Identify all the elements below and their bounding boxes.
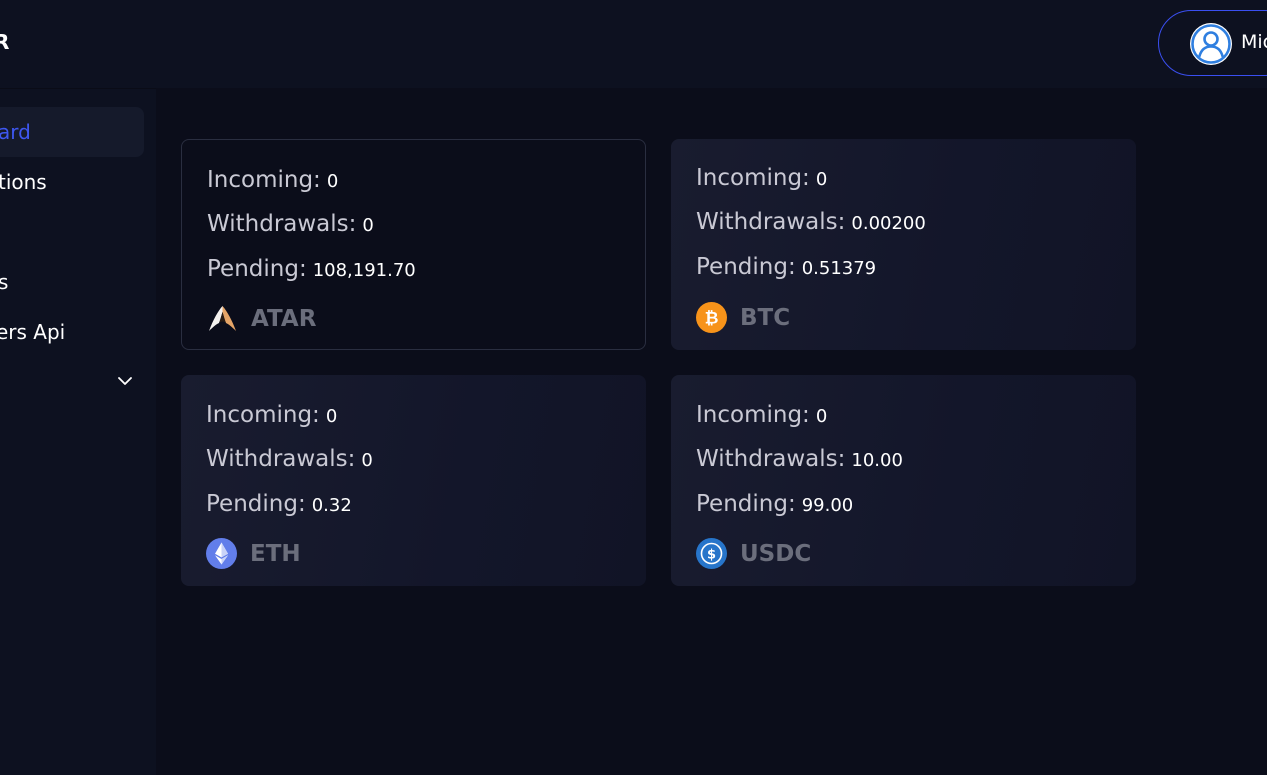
sidebar-logo-area: R xyxy=(0,0,156,89)
top-bar xyxy=(156,0,1267,88)
withdrawals-label: Withdrawals: xyxy=(696,446,846,472)
pending-value: 108,191.70 xyxy=(312,260,416,281)
withdrawals-stat: Withdrawals: 10.00 xyxy=(696,446,903,472)
coin-row: ATAR xyxy=(207,303,316,334)
incoming-stat: Incoming: 0 xyxy=(207,167,338,193)
incoming-stat: Incoming: 0 xyxy=(696,402,827,428)
user-avatar-icon xyxy=(1190,23,1232,65)
pending-stat: Pending: 108,191.70 xyxy=(207,256,416,282)
sidebar-item-settings[interactable]: s xyxy=(0,257,8,307)
pending-value: 99.00 xyxy=(801,495,854,516)
withdrawals-stat: Withdrawals: 0 xyxy=(206,446,373,472)
sidebar-item-api[interactable]: ers Api xyxy=(0,307,65,357)
ethereum-icon xyxy=(206,538,237,569)
pending-label: Pending: xyxy=(696,254,796,280)
withdrawals-label: Withdrawals: xyxy=(696,209,846,235)
sidebar: R ard tions s ers Api xyxy=(0,0,156,775)
pending-stat: Pending: 0.51379 xyxy=(696,254,876,280)
coin-name: ATAR xyxy=(251,305,317,332)
pending-label: Pending: xyxy=(206,491,306,517)
pending-label: Pending: xyxy=(696,491,796,517)
user-name: Mic xyxy=(1241,31,1267,53)
svg-text:₿: ₿ xyxy=(705,309,719,329)
pending-stat: Pending: 99.00 xyxy=(696,491,853,517)
pending-stat: Pending: 0.32 xyxy=(206,491,352,517)
incoming-label: Incoming: xyxy=(696,402,810,428)
sidebar-item-dashboard[interactable]: ard xyxy=(0,107,144,157)
balance-card-eth: Incoming: 0 Withdrawals: 0 Pending: 0.32 ET… xyxy=(181,375,646,586)
withdrawals-label: Withdrawals: xyxy=(206,446,356,472)
coin-name: BTC xyxy=(740,304,791,331)
svg-text:$: $ xyxy=(707,548,716,563)
chevron-down-icon[interactable] xyxy=(116,372,134,390)
withdrawals-stat: Withdrawals: 0 xyxy=(207,211,374,237)
sidebar-item-label: s xyxy=(0,270,9,294)
bitcoin-icon: ₿ xyxy=(696,302,727,333)
incoming-value: 0 xyxy=(325,406,338,427)
usdc-icon: $ xyxy=(696,538,727,569)
pending-value: 0.51379 xyxy=(801,258,877,279)
coin-name: ETH xyxy=(250,540,301,567)
incoming-label: Incoming: xyxy=(206,402,320,428)
pending-value: 0.32 xyxy=(311,495,352,516)
sidebar-item-transactions[interactable]: tions xyxy=(0,157,47,207)
withdrawals-value: 0 xyxy=(361,450,373,471)
withdrawals-value: 10.00 xyxy=(851,450,903,471)
withdrawals-value: 0.00200 xyxy=(851,213,926,234)
coin-row: ETH xyxy=(206,538,301,569)
incoming-stat: Incoming: 0 xyxy=(206,402,337,428)
sidebar-item-label: ard xyxy=(0,120,31,144)
balance-card-usdc: Incoming: 0 Withdrawals: 10.00 Pending: 99.… xyxy=(671,375,1136,586)
incoming-stat: Incoming: 0 xyxy=(696,165,827,191)
sidebar-item-label: ers Api xyxy=(0,320,66,344)
user-menu-button[interactable]: Mic xyxy=(1158,10,1267,76)
coin-name: USDC xyxy=(740,540,812,567)
balance-card-btc: Incoming: 0 Withdrawals: 0.00200 Pending: 0… xyxy=(671,139,1136,350)
coin-row: ₿ BTC xyxy=(696,302,790,333)
coin-row: $ USDC xyxy=(696,538,811,569)
sidebar-item-label: tions xyxy=(0,170,47,194)
incoming-label: Incoming: xyxy=(696,165,810,191)
incoming-label: Incoming: xyxy=(207,167,321,193)
incoming-value: 0 xyxy=(326,171,339,192)
incoming-value: 0 xyxy=(815,406,828,427)
withdrawals-stat: Withdrawals: 0.00200 xyxy=(696,209,926,235)
withdrawals-value: 0 xyxy=(362,215,374,236)
app-logo: R xyxy=(0,30,10,54)
withdrawals-label: Withdrawals: xyxy=(207,211,357,237)
incoming-value: 0 xyxy=(815,169,828,190)
atar-logo-icon xyxy=(209,306,236,331)
balance-card-atar: Incoming: 0 Withdrawals: 0 Pending: 108,191… xyxy=(181,139,646,350)
pending-label: Pending: xyxy=(207,256,307,282)
